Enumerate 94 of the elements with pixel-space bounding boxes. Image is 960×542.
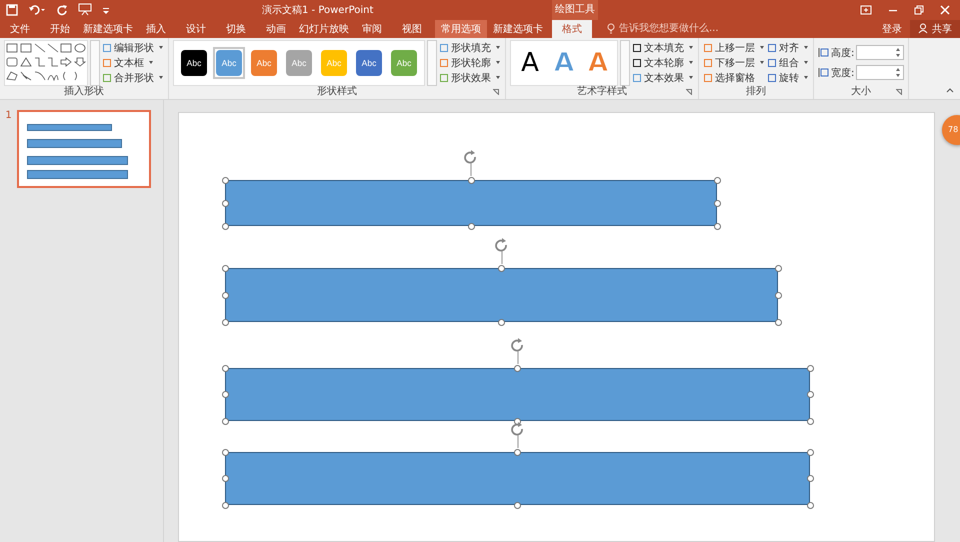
dimension-icon [818, 47, 829, 58]
field-label: 高度: [831, 46, 854, 60]
slideshow-icon[interactable] [78, 3, 92, 16]
window-title: 演示文稿1 - PowerPoint [261, 4, 374, 17]
ribbon-tab[interactable]: 幻灯片放映 [299, 20, 349, 38]
contextual-tab-label: 绘图工具 [552, 0, 598, 20]
lightbulb-icon [607, 23, 615, 34]
ribbon-tab[interactable]: 开始 [43, 20, 77, 38]
ribbon-command[interactable]: 文本框 [102, 56, 164, 70]
undo-icon[interactable] [28, 4, 46, 16]
group-label: 插入形状 [64, 86, 104, 99]
dialog-launcher-icon[interactable] [686, 89, 692, 95]
resize-handle[interactable] [468, 176, 474, 184]
ribbon-command[interactable]: 上移一层 [703, 41, 765, 54]
ribbon-command[interactable]: 编辑形状 [102, 41, 164, 54]
ribbon-tab[interactable]: 常用选项 [435, 20, 487, 38]
redo-icon[interactable] [56, 4, 68, 16]
dialog-launcher-icon[interactable] [493, 89, 499, 95]
resize-handle[interactable] [222, 176, 228, 184]
gallery-scrollbar[interactable] [90, 40, 100, 86]
resize-handle[interactable] [222, 292, 228, 298]
resize-handle[interactable] [222, 475, 228, 482]
restore-icon[interactable] [914, 4, 924, 15]
ribbon-command[interactable]: 形状效果 [439, 71, 501, 84]
ribbon-tab[interactable]: 文件 [3, 20, 37, 38]
resize-handle[interactable] [806, 364, 814, 372]
gallery-scrollbar[interactable] [620, 40, 630, 86]
ribbon-command[interactable]: 文本效果 [632, 71, 694, 84]
ribbon-command[interactable]: 选择窗格 [703, 71, 765, 84]
spin-field[interactable] [856, 45, 904, 60]
resize-handle[interactable] [222, 364, 228, 372]
resize-handle[interactable] [498, 264, 505, 272]
ribbon-command[interactable]: 旋转 [767, 71, 809, 84]
group-label: 排列 [746, 86, 766, 99]
ribbon-tab[interactable]: 动画 [259, 20, 293, 38]
resize-handle[interactable] [222, 391, 228, 398]
ribbon-command[interactable]: 对齐 [767, 41, 809, 54]
style-swatch[interactable]: Abc [213, 46, 245, 79]
dimension-icon [818, 67, 829, 78]
rotate-handle[interactable] [510, 422, 526, 449]
resize-handle[interactable] [774, 264, 782, 272]
ribbon-command[interactable]: 合并形状 [102, 71, 164, 84]
resize-handle[interactable] [714, 176, 720, 184]
ribbon-command[interactable]: 文本填充 [632, 41, 694, 54]
slide-thumbnail[interactable] [17, 110, 151, 188]
resize-handle[interactable] [222, 502, 228, 508]
ribbon-tab[interactable]: 视图 [395, 20, 429, 38]
group-label: 形状样式 [317, 86, 357, 99]
rotate-handle[interactable] [463, 150, 479, 177]
rectangle-shape[interactable] [225, 452, 810, 505]
resize-handle[interactable] [222, 418, 228, 424]
ribbon-tab[interactable]: 新建选项卡 [493, 20, 543, 38]
shapes-gallery-drawing[interactable] [4, 40, 88, 86]
ribbon-command[interactable]: 下移一层 [703, 56, 765, 70]
ribbon-command[interactable]: 文本轮廓 [632, 56, 694, 70]
ribbon-command[interactable]: 组合 [767, 56, 809, 70]
ribbon-options-icon[interactable] [860, 4, 872, 15]
spin-field[interactable] [856, 65, 904, 80]
tell-me-field[interactable]: 告诉我您想要做什么... [607, 20, 729, 38]
rectangle-shape[interactable] [225, 368, 810, 421]
close-icon[interactable] [940, 4, 950, 15]
group-label: 大小 [851, 86, 872, 99]
ribbon-command[interactable]: 形状轮廓 [439, 56, 501, 70]
resize-handle[interactable] [222, 222, 228, 230]
wordart-style[interactable]: A [515, 48, 545, 78]
ribbon-tab[interactable]: 插入 [139, 20, 173, 38]
resize-handle[interactable] [222, 318, 228, 326]
gallery-scrollbar[interactable] [427, 40, 437, 86]
rotate-handle[interactable] [494, 238, 510, 265]
dialog-launcher-icon[interactable] [896, 89, 902, 95]
slide-number: 1 [4, 110, 13, 121]
rotate-handle[interactable] [510, 338, 526, 365]
rectangle-shape[interactable] [225, 180, 717, 226]
resize-handle[interactable] [514, 448, 521, 456]
collapse-ribbon-icon[interactable] [946, 88, 954, 93]
field-label: 宽度: [831, 66, 854, 80]
rectangle-shape[interactable] [225, 268, 778, 322]
ribbon-command[interactable]: 形状填充 [439, 41, 501, 54]
sign-in-link[interactable]: 登录 [874, 22, 910, 36]
resize-handle[interactable] [514, 364, 521, 372]
floating-badge[interactable]: 78 [942, 115, 960, 145]
resize-handle[interactable] [806, 448, 814, 456]
resize-handle[interactable] [222, 448, 228, 456]
ribbon-tab[interactable]: 审阅 [355, 20, 389, 38]
person-icon [918, 23, 929, 34]
ribbon-tab[interactable]: 切换 [219, 20, 253, 38]
save-icon[interactable] [6, 4, 18, 16]
ribbon-tab[interactable]: 设计 [179, 20, 213, 38]
resize-handle[interactable] [222, 264, 228, 272]
resize-handle[interactable] [222, 200, 228, 206]
share-button[interactable]: 共享 [910, 20, 960, 38]
group-label: 艺术字样式 [577, 86, 627, 99]
ribbon-tab[interactable]: 新建选项卡 [83, 20, 133, 38]
ribbon-tab[interactable]: 格式 [552, 20, 592, 38]
